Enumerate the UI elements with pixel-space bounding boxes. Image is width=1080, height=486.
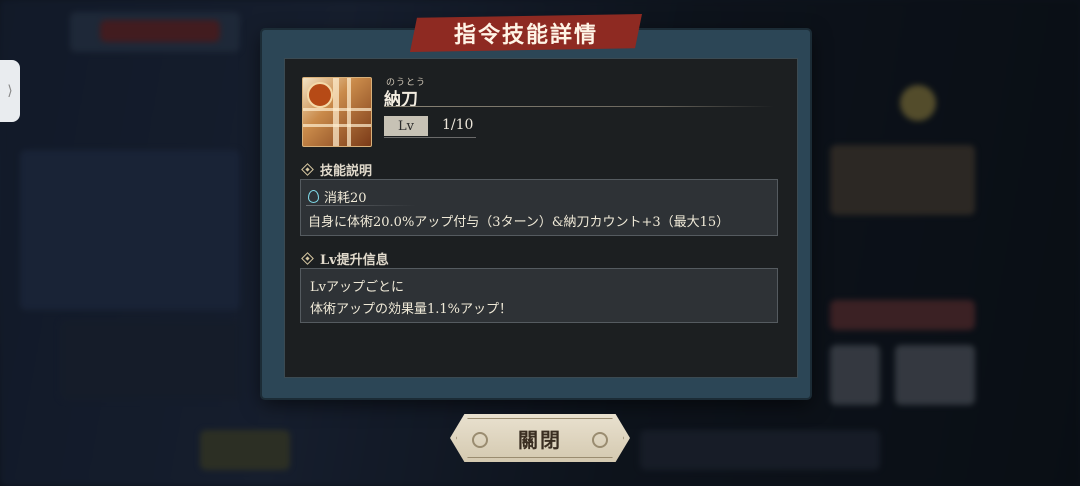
close-button[interactable]: 關閉 bbox=[450, 414, 630, 462]
drop-icon bbox=[308, 190, 319, 203]
cost-row: 消耗20 bbox=[308, 187, 367, 206]
level-value: 1/10 bbox=[442, 117, 474, 133]
dialog-title-banner: 指令技能詳情 bbox=[410, 14, 642, 52]
levelup-line-1: Lvアップごとに bbox=[310, 280, 404, 295]
dialog-title: 指令技能詳情 bbox=[453, 22, 598, 48]
chevron-right-icon: ⟩ bbox=[7, 83, 13, 99]
cost-text: 消耗20 bbox=[324, 191, 367, 206]
divider bbox=[384, 137, 476, 138]
levelup-line-2: 体術アップの効果量1.1%アップ！ bbox=[310, 302, 513, 317]
sheathe-sword-icon bbox=[302, 77, 372, 147]
skill-description: 自身に体術20.0%アップ付与（3ターン）&納刀カウント+3（最大15） bbox=[308, 215, 730, 230]
level-label: Lv bbox=[384, 116, 428, 136]
levelup-heading-label: Lv提升信息 bbox=[320, 253, 389, 268]
divider bbox=[384, 106, 774, 107]
levelup-heading: Lv提升信息 bbox=[300, 249, 389, 268]
description-heading: 技能説明 bbox=[300, 160, 372, 179]
divider bbox=[306, 205, 416, 206]
description-heading-label: 技能説明 bbox=[320, 164, 373, 179]
diamond-icon bbox=[301, 163, 314, 176]
diamond-icon bbox=[301, 252, 314, 265]
close-button-label: 關閉 bbox=[518, 427, 562, 452]
ornament-icon bbox=[592, 432, 608, 448]
ornament-icon bbox=[472, 432, 488, 448]
side-drawer-handle[interactable]: ⟩ bbox=[0, 60, 20, 122]
